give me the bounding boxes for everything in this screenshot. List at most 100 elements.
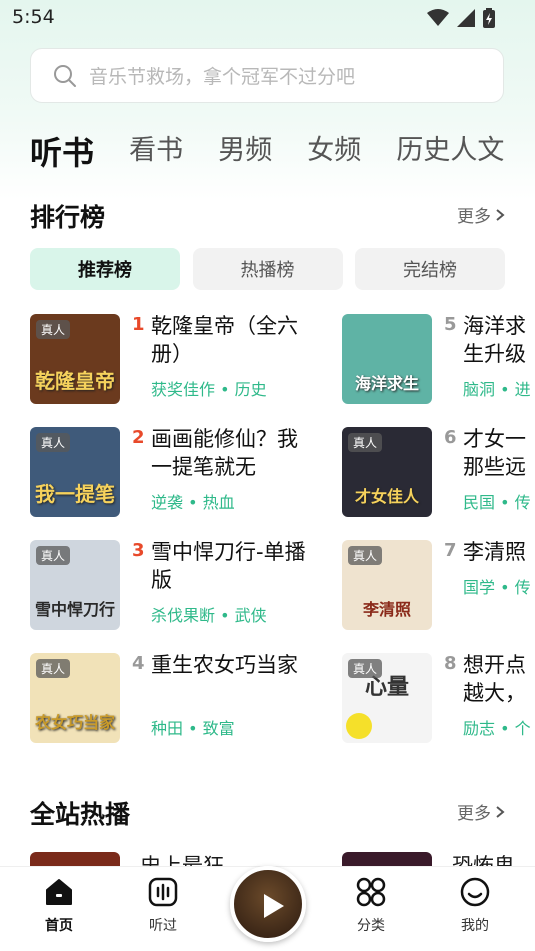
real-voice-badge: 真人 bbox=[36, 659, 71, 678]
pill-recommended[interactable]: 推荐榜 bbox=[30, 248, 180, 290]
status-icons bbox=[427, 8, 495, 28]
cover-title: 乾隆皇帝 bbox=[35, 369, 115, 393]
tab-history[interactable]: 历史人文 bbox=[396, 128, 504, 167]
list-item[interactable]: 雪中悍刀行 真人 3 雪中悍刀行-单播版 杀伐果断 • 武侠 bbox=[30, 540, 320, 630]
emoji-face-icon bbox=[346, 713, 372, 739]
category-icon bbox=[356, 877, 386, 907]
hot-more-link[interactable]: 更多 bbox=[457, 799, 505, 824]
wifi-icon bbox=[427, 9, 449, 26]
book-title: 画画能修仙？我一提笔就无 bbox=[151, 427, 298, 479]
book-tags: 获奖佳作 • 历史 bbox=[151, 380, 267, 399]
hot-more-label: 更多 bbox=[457, 804, 491, 824]
cover-title: 我一提笔 bbox=[35, 482, 115, 506]
book-title: 才女一那些远 bbox=[463, 427, 526, 479]
nav-history-label: 听过 bbox=[149, 918, 177, 934]
nav-category-label: 分类 bbox=[357, 918, 385, 934]
pill-hot[interactable]: 热播榜 bbox=[192, 248, 343, 290]
real-voice-badge: 真人 bbox=[348, 659, 383, 678]
book-cover: 农女巧当家 真人 bbox=[30, 653, 120, 743]
real-voice-badge: 真人 bbox=[36, 433, 71, 452]
book-tags: 逆袭 • 热血 bbox=[151, 493, 235, 512]
book-cover: 心量 真人 bbox=[342, 653, 432, 743]
hot-peek-cover-left bbox=[30, 852, 120, 866]
rank-number: 8 bbox=[444, 653, 457, 674]
status-time: 5:54 bbox=[12, 6, 55, 28]
cover-title: 才女佳人 bbox=[354, 487, 419, 506]
pill-finished[interactable]: 完结榜 bbox=[355, 248, 505, 290]
book-cover: 雪中悍刀行 真人 bbox=[30, 540, 120, 630]
profile-icon bbox=[460, 877, 490, 907]
search-icon bbox=[54, 64, 76, 87]
book-cover: 乾隆皇帝 真人 bbox=[30, 314, 120, 404]
ranking-more-link[interactable]: 更多 bbox=[457, 202, 505, 227]
ranking-more-label: 更多 bbox=[457, 207, 491, 227]
home-icon bbox=[46, 879, 72, 905]
tab-read[interactable]: 看书 bbox=[129, 128, 183, 167]
nav-profile-label: 我的 bbox=[461, 918, 489, 934]
book-tags: 国学 • 传 bbox=[463, 578, 531, 597]
rank-number: 1 bbox=[132, 314, 145, 335]
ranking-header: 排行榜 更多 bbox=[30, 198, 505, 234]
rank-number: 7 bbox=[444, 540, 457, 561]
battery-icon bbox=[483, 8, 495, 28]
rank-number: 5 bbox=[444, 314, 457, 335]
list-item[interactable]: 农女巧当家 真人 4 重生农女巧当家 种田 • 致富 bbox=[30, 653, 320, 743]
hot-title: 全站热播 bbox=[30, 800, 131, 829]
list-item[interactable]: 才女佳人 真人 6 才女一那些远 民国 • 传 bbox=[342, 427, 535, 517]
book-title: 李清照 bbox=[463, 540, 526, 564]
nav-home-label: 首页 bbox=[45, 918, 73, 934]
book-tags: 脑洞 • 进 bbox=[463, 380, 531, 399]
list-item[interactable]: 李清照 真人 7 李清照 国学 • 传 bbox=[342, 540, 535, 630]
book-tags: 民国 • 传 bbox=[463, 493, 531, 512]
cover-title: 雪中悍刀行 bbox=[34, 600, 115, 619]
chevron-right-icon bbox=[496, 805, 505, 818]
ranking-title: 排行榜 bbox=[30, 203, 106, 232]
ranking-pills: 推荐榜 热播榜 完结榜 bbox=[30, 248, 505, 290]
cover-title: 海洋求生 bbox=[354, 374, 419, 393]
history-icon bbox=[148, 877, 178, 907]
play-icon bbox=[264, 894, 284, 918]
rank-number: 6 bbox=[444, 427, 457, 448]
cover-title: 农女巧当家 bbox=[34, 713, 115, 732]
book-title: 乾隆皇帝（全六册） bbox=[151, 314, 298, 366]
book-cover: 才女佳人 真人 bbox=[342, 427, 432, 517]
nav-history[interactable]: 听过 bbox=[133, 877, 193, 935]
list-item[interactable]: 乾隆皇帝 真人 1 乾隆皇帝（全六册） 获奖佳作 • 历史 bbox=[30, 314, 320, 404]
real-voice-badge: 真人 bbox=[348, 546, 383, 565]
nav-profile[interactable]: 我的 bbox=[445, 877, 505, 935]
tab-female[interactable]: 女频 bbox=[307, 128, 361, 167]
list-item[interactable]: 海洋求生 5 海洋求生升级进 脑洞 • 进 bbox=[342, 314, 535, 404]
book-title: 雪中悍刀行-单播版 bbox=[151, 540, 306, 592]
hot-header: 全站热播 更多 bbox=[30, 795, 505, 831]
search-placeholder: 音乐节救场，拿个冠军不过分吧 bbox=[89, 66, 356, 88]
signal-icon bbox=[457, 9, 475, 27]
book-cover: 我一提笔 真人 bbox=[30, 427, 120, 517]
cover-title: 李清照 bbox=[362, 600, 411, 619]
book-title: 海洋求生升级进 bbox=[463, 314, 526, 366]
rank-number: 4 bbox=[132, 653, 145, 674]
list-item[interactable]: 我一提笔 真人 2 画画能修仙？我一提笔就无 逆袭 • 热血 bbox=[30, 427, 320, 517]
book-title: 重生农女巧当家 bbox=[151, 653, 298, 677]
tab-male[interactable]: 男频 bbox=[218, 128, 272, 167]
book-title: 想开点越大， bbox=[463, 653, 526, 705]
book-tags: 励志 • 个 bbox=[463, 719, 531, 738]
chevron-right-icon bbox=[496, 208, 505, 221]
search-bar[interactable]: 音乐节救场，拿个冠军不过分吧 bbox=[30, 48, 504, 103]
nav-home[interactable]: 首页 bbox=[29, 877, 89, 935]
book-tags: 杀伐果断 • 武侠 bbox=[151, 606, 267, 625]
book-tags: 种田 • 致富 bbox=[151, 719, 235, 738]
tab-listen[interactable]: 听书 bbox=[30, 128, 94, 172]
play-button[interactable] bbox=[230, 866, 306, 942]
nav-category[interactable]: 分类 bbox=[341, 877, 401, 935]
book-cover: 海洋求生 bbox=[342, 314, 432, 404]
real-voice-badge: 真人 bbox=[36, 546, 71, 565]
rank-number: 3 bbox=[132, 540, 145, 561]
list-item[interactable]: 心量 真人 8 想开点越大， 励志 • 个 bbox=[342, 653, 535, 743]
hot-peek-title-right: 恐怖鬼 bbox=[452, 854, 515, 866]
hot-peek-cover-right bbox=[342, 852, 432, 866]
book-cover: 李清照 真人 bbox=[342, 540, 432, 630]
status-bar: 5:54 bbox=[0, 0, 535, 38]
real-voice-badge: 真人 bbox=[348, 433, 383, 452]
category-tabs: 听书 看书 男频 女频 历史人文 相 bbox=[30, 128, 535, 172]
real-voice-badge: 真人 bbox=[36, 320, 71, 339]
